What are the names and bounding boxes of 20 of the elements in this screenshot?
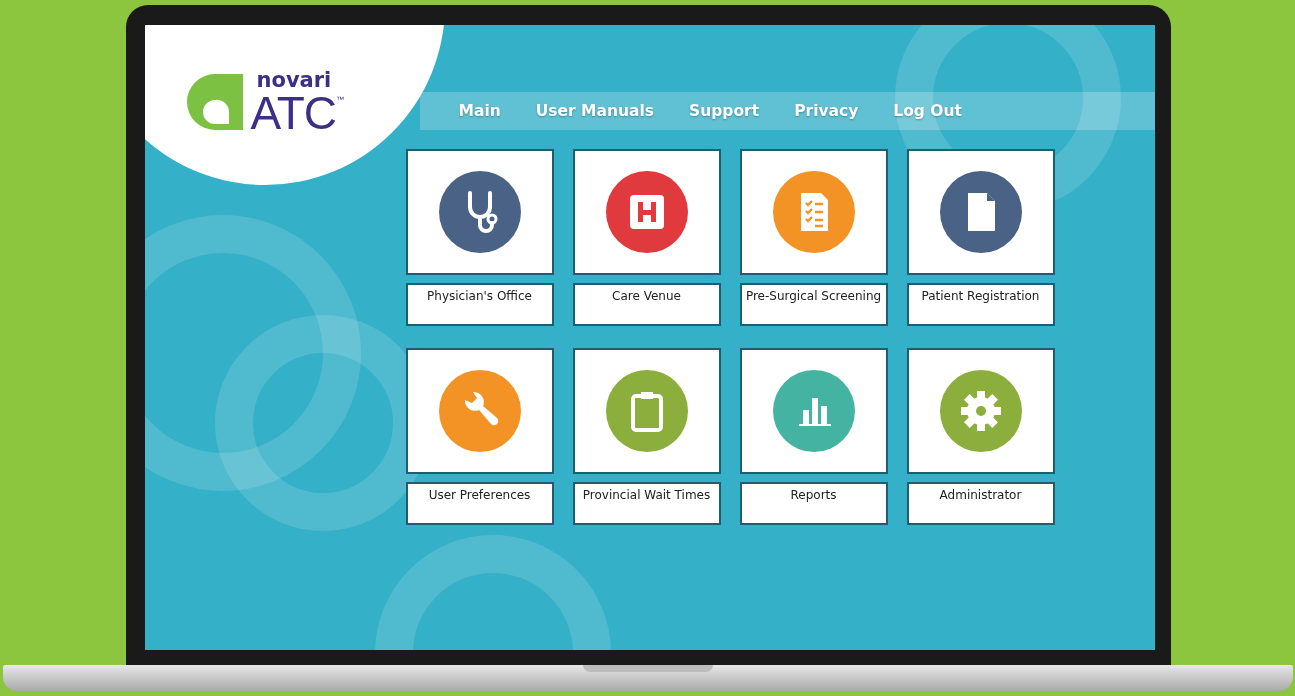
brand-name: novari <box>255 69 333 91</box>
tile-button[interactable] <box>572 348 721 474</box>
tile-label[interactable]: User Preferences <box>405 482 554 525</box>
tile-button[interactable] <box>572 149 721 275</box>
tile-label[interactable]: Care Venue <box>572 283 721 326</box>
tile-button[interactable] <box>906 149 1055 275</box>
logo-icon <box>184 72 245 132</box>
tile-button[interactable] <box>739 149 888 275</box>
tile-label[interactable]: Physician's Office <box>405 283 554 326</box>
tile-label[interactable]: Pre-Surgical Screening <box>739 283 888 326</box>
tile-label[interactable]: Patient Registration <box>906 283 1055 326</box>
tile-label[interactable]: Provincial Wait Times <box>572 482 721 525</box>
tile-button[interactable] <box>906 348 1055 474</box>
tile-button[interactable] <box>739 348 888 474</box>
tile-label[interactable]: Administrator <box>906 482 1055 525</box>
tile-button[interactable] <box>405 149 554 275</box>
product-name: ATC <box>250 91 337 135</box>
tile-button[interactable] <box>405 348 554 474</box>
tile-label[interactable]: Reports <box>739 482 888 525</box>
trademark-mark: ™ <box>336 95 345 104</box>
